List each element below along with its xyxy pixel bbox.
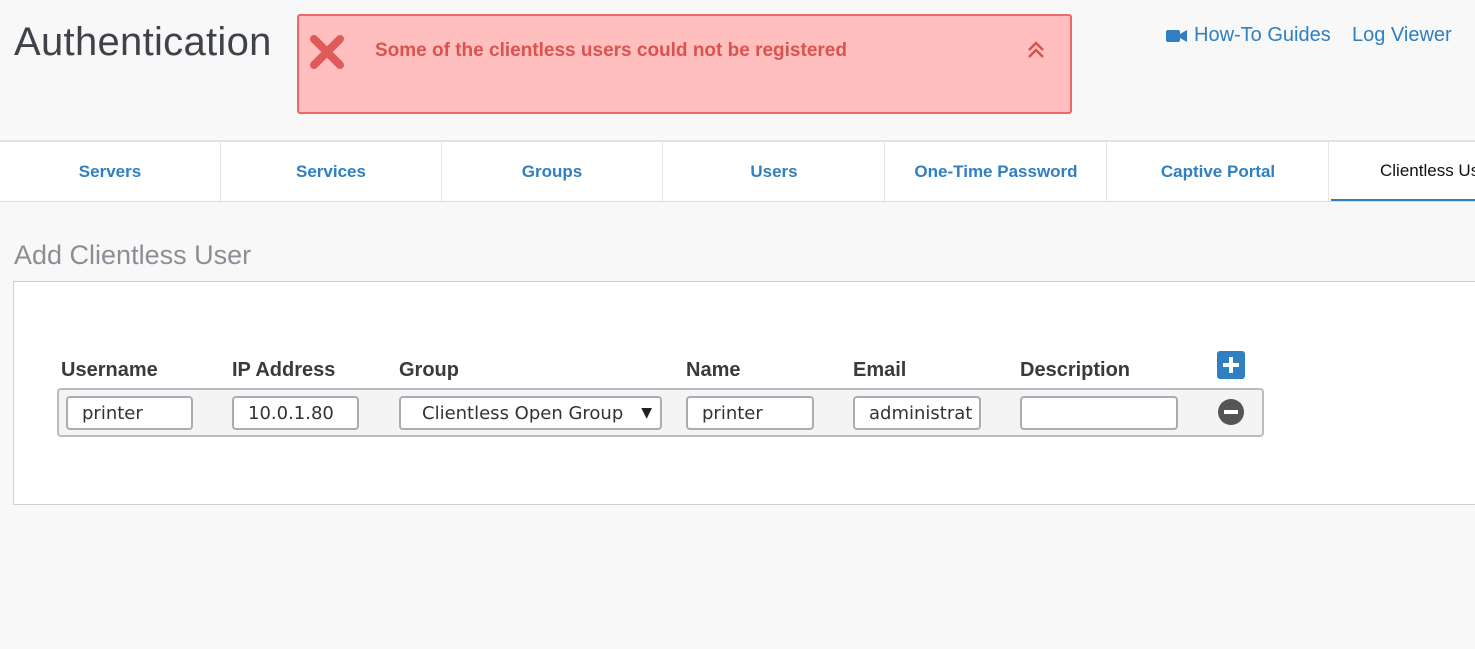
remove-row-minus-icon[interactable] [1217, 398, 1245, 426]
tab-services[interactable]: Services [221, 142, 442, 201]
description-input[interactable] [1020, 396, 1178, 430]
add-row-button[interactable] [1217, 351, 1245, 379]
username-input[interactable]: printer [66, 396, 193, 430]
caret-down-icon: ▼ [641, 405, 652, 421]
tab-users[interactable]: Users [664, 142, 885, 201]
how-to-guides-label: How-To Guides [1194, 24, 1331, 46]
group-select-value: Clientless Open Group [422, 402, 624, 424]
email-input[interactable]: administrat [853, 396, 981, 430]
tab-groups[interactable]: Groups [442, 142, 663, 201]
tab-captive-portal[interactable]: Captive Portal [1108, 142, 1329, 201]
tab-servers[interactable]: Servers [0, 142, 221, 201]
tab-clientless-users[interactable]: Clientless Us [1331, 142, 1475, 201]
video-camera-icon [1166, 29, 1187, 42]
tab-bar: Servers Services Groups Users One-Time P… [0, 140, 1475, 202]
section-title: Add Clientless User [14, 240, 252, 270]
group-column-label: Group [399, 359, 459, 381]
alert-message: Some of the clientless users could not b… [375, 40, 847, 61]
page-title: Authentication [14, 20, 272, 64]
group-select[interactable]: Clientless Open Group ▼ [399, 396, 662, 430]
description-column-label: Description [1020, 359, 1131, 381]
name-column-label: Name [686, 359, 741, 381]
email-column-label: Email [853, 359, 907, 381]
tab-one-time-password[interactable]: One-Time Password [886, 142, 1107, 201]
ip-address-column-label: IP Address [232, 359, 336, 381]
name-input[interactable]: printer [686, 396, 814, 430]
ip-address-input[interactable]: 10.0.1.80 [232, 396, 359, 430]
log-viewer-link[interactable]: Log Viewer [1352, 24, 1452, 47]
chevron-double-up-icon[interactable] [1026, 40, 1046, 60]
plus-icon [1223, 357, 1239, 373]
error-alert: Some of the clientless users could not b… [297, 14, 1072, 114]
username-column-label: Username [61, 359, 158, 381]
how-to-guides-link[interactable]: How-To Guides [1166, 24, 1331, 47]
error-x-icon [310, 35, 344, 69]
